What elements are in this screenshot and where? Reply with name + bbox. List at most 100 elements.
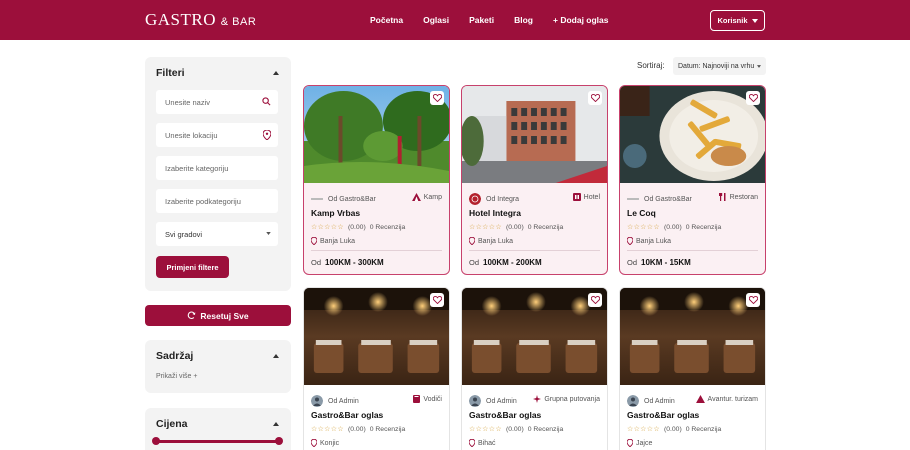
listing-category[interactable]: Restoran bbox=[718, 193, 758, 201]
location-label: Konjic bbox=[320, 439, 340, 447]
favorite-button[interactable] bbox=[588, 293, 602, 307]
subcategory-select[interactable]: Izaberite podkategoriju bbox=[156, 189, 278, 213]
listing-title[interactable]: Le Coq bbox=[627, 208, 656, 218]
listing-title[interactable]: Kamp Vrbas bbox=[311, 208, 360, 218]
listing-owner[interactable]: Od Gastro&Bar bbox=[311, 193, 376, 205]
avatar bbox=[627, 395, 639, 407]
listing-image[interactable] bbox=[462, 288, 607, 385]
sort-select[interactable]: Datum: Najnoviji na vrhu bbox=[673, 57, 766, 75]
logo-text: GASTRO bbox=[145, 10, 217, 29]
heart-icon bbox=[748, 94, 758, 102]
price-min-handle[interactable] bbox=[152, 437, 160, 445]
nav-add-ad[interactable]: + Dodaj oglas bbox=[553, 15, 609, 25]
rating-value: (0.00) bbox=[663, 425, 682, 433]
listing-card[interactable]: Od Gastro&Bar Kamp Kamp Vrbas ☆☆☆☆☆ (0.0… bbox=[303, 85, 450, 275]
listing-title[interactable]: Hotel Integra bbox=[469, 208, 521, 218]
listing-image[interactable] bbox=[620, 288, 765, 385]
listing-title[interactable]: Gastro&Bar oglas bbox=[469, 410, 541, 420]
listing-image[interactable] bbox=[304, 86, 449, 183]
listing-card[interactable]: Od Admin Vodiči Gastro&Bar oglas ☆☆☆☆☆ (… bbox=[303, 287, 450, 450]
listing-rating: ☆☆☆☆☆ (0.00) 0 Recenzija bbox=[627, 223, 721, 232]
price-prefix: Od bbox=[311, 258, 322, 267]
favorite-button[interactable] bbox=[746, 293, 760, 307]
listing-image[interactable] bbox=[620, 86, 765, 183]
collapse-icon[interactable] bbox=[273, 71, 279, 75]
listing-rating: ☆☆☆☆☆ (0.00) 0 Recenzija bbox=[469, 425, 563, 434]
price-filter-panel: Cijena bbox=[145, 408, 291, 450]
site-logo[interactable]: GASTRO & BAR bbox=[145, 10, 256, 30]
price-max-handle[interactable] bbox=[275, 437, 283, 445]
heart-icon bbox=[432, 296, 442, 304]
content-filter-panel: Sadržaj Prikaži više + bbox=[145, 340, 291, 393]
listing-rating: ☆☆☆☆☆ (0.00) 0 Recenzija bbox=[627, 425, 721, 434]
listing-title[interactable]: Gastro&Bar oglas bbox=[311, 410, 383, 420]
subcategory-placeholder: Izaberite podkategoriju bbox=[165, 196, 241, 206]
top-navbar: GASTRO & BAR Početna Oglasi Paketi Blog … bbox=[0, 0, 910, 40]
nav-blog[interactable]: Blog bbox=[514, 15, 533, 25]
category-label: Hotel bbox=[583, 193, 600, 201]
category-select[interactable]: Izaberite kategoriju bbox=[156, 156, 278, 180]
listing-category[interactable]: Kamp bbox=[411, 193, 442, 201]
card-divider bbox=[627, 250, 758, 251]
price-range: 100KM - 300KM bbox=[325, 258, 384, 267]
listing-image[interactable] bbox=[462, 86, 607, 183]
listing-category[interactable]: Vodiči bbox=[413, 395, 442, 403]
nav-home[interactable]: Početna bbox=[370, 15, 403, 25]
refresh-icon bbox=[188, 311, 196, 320]
listing-card[interactable]: Od Admin Avantur. turizam Gastro&Bar ogl… bbox=[619, 287, 766, 450]
apply-filters-button[interactable]: Primjeni filtere bbox=[156, 256, 229, 278]
listing-title[interactable]: Gastro&Bar oglas bbox=[627, 410, 699, 420]
listing-price: Od 100KM - 200KM bbox=[469, 258, 542, 267]
location-input[interactable]: Unesite lokaciju bbox=[156, 123, 278, 147]
chevron-down-icon bbox=[751, 18, 758, 23]
listing-owner[interactable]: Od Integra bbox=[469, 193, 519, 205]
location-pin-icon bbox=[469, 439, 475, 447]
user-menu-button[interactable]: Korisnik bbox=[710, 10, 765, 31]
listing-location: Banja Luka bbox=[311, 237, 355, 245]
main-nav: Početna Oglasi Paketi Blog + Dodaj oglas bbox=[370, 15, 609, 25]
star-rating: ☆☆☆☆☆ bbox=[469, 224, 502, 231]
price-range: 100KM - 200KM bbox=[483, 258, 542, 267]
listing-price: Od 10KM - 15KM bbox=[627, 258, 691, 267]
listing-category[interactable]: Grupna putovanja bbox=[533, 395, 600, 403]
listing-image[interactable] bbox=[304, 288, 449, 385]
price-prefix: Od bbox=[469, 258, 480, 267]
listing-category[interactable]: Hotel bbox=[572, 193, 600, 201]
owner-name: Od Admin bbox=[486, 397, 517, 405]
price-prefix: Od bbox=[627, 258, 638, 267]
collapse-icon[interactable] bbox=[273, 422, 279, 426]
rating-value: (0.00) bbox=[663, 223, 682, 231]
listing-card[interactable]: Od Admin Grupna putovanja Gastro&Bar ogl… bbox=[461, 287, 608, 450]
location-label: Banja Luka bbox=[636, 237, 672, 245]
star-rating: ☆☆☆☆☆ bbox=[627, 426, 660, 433]
card-divider bbox=[469, 250, 600, 251]
price-range-track[interactable] bbox=[156, 440, 280, 443]
name-search-input[interactable]: Unesite naziv bbox=[156, 90, 278, 114]
city-select[interactable]: Svi gradovi bbox=[156, 222, 278, 246]
listing-owner[interactable]: Od Admin bbox=[627, 395, 675, 407]
favorite-button[interactable] bbox=[746, 91, 760, 105]
listing-card[interactable]: Od Integra Hotel Hotel Integra ☆☆☆☆☆ (0.… bbox=[461, 85, 608, 275]
star-rating: ☆☆☆☆☆ bbox=[311, 426, 344, 433]
heart-icon bbox=[748, 296, 758, 304]
listing-card[interactable]: Od Gastro&Bar Restoran Le Coq ☆☆☆☆☆ (0.0… bbox=[619, 85, 766, 275]
nav-ads[interactable]: Oglasi bbox=[423, 15, 449, 25]
reset-all-button[interactable]: Resetuj Sve bbox=[145, 305, 291, 326]
chevron-down-icon bbox=[757, 65, 761, 68]
owner-name: Od Admin bbox=[644, 397, 675, 405]
heart-icon bbox=[432, 94, 442, 102]
logo-amp-text: & BAR bbox=[220, 16, 257, 28]
book-icon bbox=[413, 395, 421, 403]
show-more-link[interactable]: Prikaži više + bbox=[156, 373, 197, 380]
collapse-icon[interactable] bbox=[273, 354, 279, 358]
favorite-button[interactable] bbox=[430, 91, 444, 105]
favorite-button[interactable] bbox=[588, 91, 602, 105]
favorite-button[interactable] bbox=[430, 293, 444, 307]
avatar bbox=[311, 395, 323, 407]
listing-category[interactable]: Avantur. turizam bbox=[695, 395, 758, 403]
listing-owner[interactable]: Od Admin bbox=[469, 395, 517, 407]
listing-owner[interactable]: Od Gastro&Bar bbox=[627, 193, 692, 205]
listing-owner[interactable]: Od Admin bbox=[311, 395, 359, 407]
nav-packages[interactable]: Paketi bbox=[469, 15, 494, 25]
location-label: Bihać bbox=[478, 439, 496, 447]
